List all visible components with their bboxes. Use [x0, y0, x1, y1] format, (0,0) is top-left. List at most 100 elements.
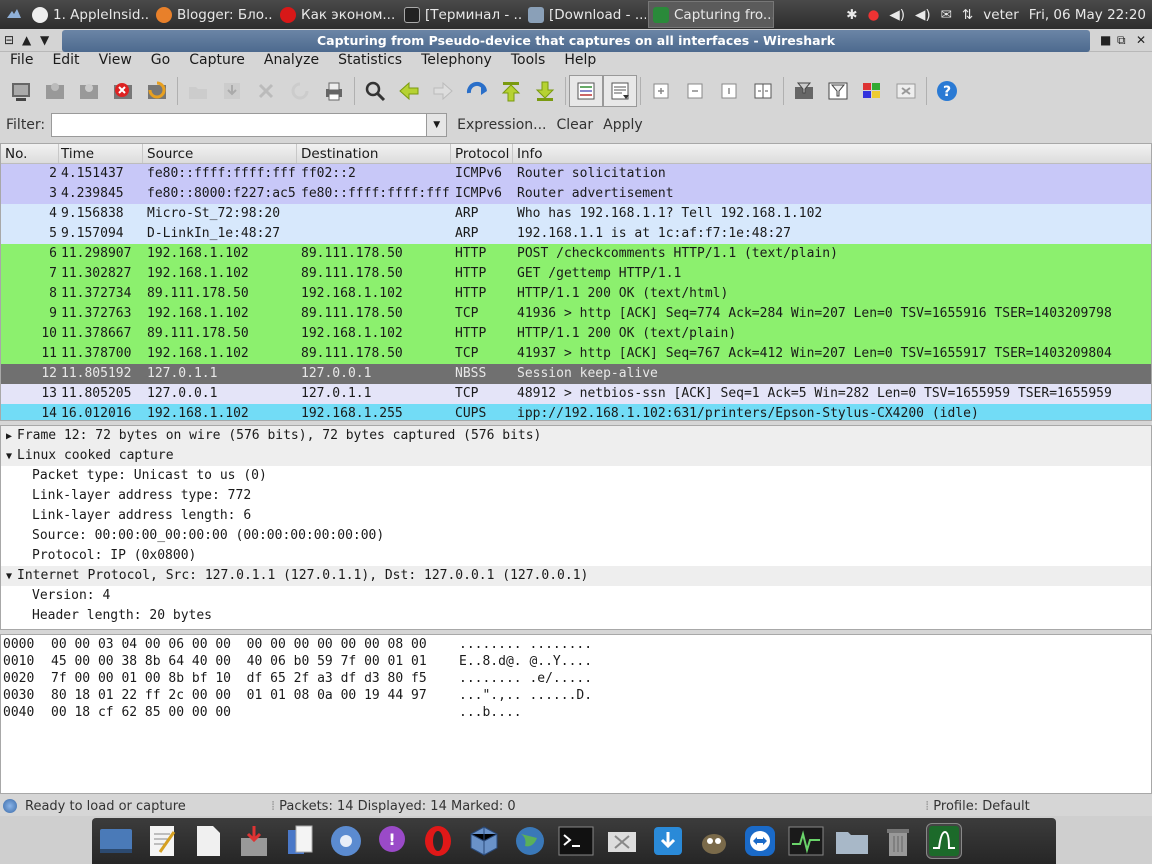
expression-button[interactable]: Expression... — [457, 117, 546, 133]
menu-go[interactable]: Go — [151, 52, 170, 72]
auto-scroll-button[interactable] — [603, 75, 637, 107]
dock-desktop[interactable] — [98, 823, 134, 859]
column-header-destination[interactable]: Destination — [297, 144, 451, 163]
column-header-source[interactable]: Source — [143, 144, 297, 163]
go-to-packet-button[interactable] — [460, 75, 494, 107]
network-icon[interactable]: ⇅ — [962, 7, 973, 23]
go-forward-button[interactable] — [426, 75, 460, 107]
dock-network-globe[interactable] — [512, 823, 548, 859]
dock-virtualbox[interactable] — [466, 823, 502, 859]
packet-list[interactable]: No. Time Source Destination Protocol Inf… — [0, 143, 1152, 421]
tree-field[interactable]: Packet type: Unicast to us (0) — [1, 466, 1151, 486]
filter-dropdown-button[interactable]: ▼ — [427, 113, 448, 137]
restart-capture-button[interactable] — [140, 75, 174, 107]
colorize-button[interactable] — [569, 75, 603, 107]
tree-field[interactable]: Source: 00:00:00_00:00:00 (00:00:00:00:0… — [1, 526, 1151, 546]
dock-messenger[interactable]: ! — [374, 823, 410, 859]
packet-details-tree[interactable]: ▶ Frame 12: 72 bytes on wire (576 bits), … — [0, 425, 1152, 630]
find-packet-button[interactable] — [358, 75, 392, 107]
tree-node[interactable]: ▼ Internet Protocol, Src: 127.0.1.1 (127.… — [1, 566, 1151, 586]
resize-columns-button[interactable] — [746, 75, 780, 107]
tree-field[interactable]: Protocol: IP (0x0800) — [1, 546, 1151, 566]
collapsed-arrow-icon[interactable]: ▶ — [1, 427, 17, 447]
menu-analyze[interactable]: Analyze — [264, 52, 319, 72]
tree-node[interactable]: ▶ Frame 12: 72 bytes on wire (576 bits), … — [1, 426, 1151, 446]
start-capture-button[interactable] — [72, 75, 106, 107]
packet-row[interactable]: 5 9.157094 D-LinkIn_1e:48:27 ARP 192.168.1.1… — [1, 224, 1151, 244]
coloring-rules-button[interactable] — [855, 75, 889, 107]
packet-row[interactable]: 3 4.239845 fe80::8000:f227:ac5 fe80::ffff:f… — [1, 184, 1151, 204]
dock-trash[interactable] — [880, 823, 916, 859]
packet-row[interactable]: 13 11.805205 127.0.0.1 127.0.1.1 TCP 48912 > … — [1, 384, 1151, 404]
shade-down-icon[interactable]: ▼ — [40, 33, 49, 47]
dock-document[interactable] — [190, 823, 226, 859]
dock-chrome[interactable] — [328, 823, 364, 859]
dock-wireshark[interactable] — [926, 823, 962, 859]
packet-row[interactable]: 6 11.298907 192.168.1.102 89.111.178.50 HTTP… — [1, 244, 1151, 264]
taskbar-task[interactable]: Capturing fro... — [648, 1, 774, 28]
packet-row[interactable]: 8 11.372734 89.111.178.50 192.168.1.102 HTTP… — [1, 284, 1151, 304]
packet-row[interactable]: 12 11.805192 127.0.1.1 127.0.0.1 NBSS Session… — [1, 364, 1151, 384]
dock-system-monitor[interactable] — [788, 823, 824, 859]
expanded-arrow-icon[interactable]: ▼ — [1, 567, 17, 587]
clear-button[interactable]: Clear — [557, 117, 594, 133]
shade-up-icon[interactable]: ▲ — [22, 33, 31, 47]
mail-icon[interactable]: ✉ — [941, 7, 952, 23]
packet-row[interactable]: 2 4.151437 fe80::ffff:ffff:ffff ff02::2 ICMP… — [1, 164, 1151, 184]
taskbar-task[interactable]: [Download - ... — [524, 1, 646, 28]
column-header-no[interactable]: No. — [1, 144, 59, 163]
capture-options-button[interactable] — [38, 75, 72, 107]
go-back-button[interactable] — [392, 75, 426, 107]
dock-file-manager[interactable] — [834, 823, 870, 859]
tree-field[interactable]: Link-layer address type: 772 — [1, 486, 1151, 506]
column-header-info[interactable]: Info — [513, 144, 1151, 163]
help-button[interactable]: ? — [930, 75, 964, 107]
column-header-protocol[interactable]: Protocol — [451, 144, 513, 163]
packet-row[interactable]: 4 9.156838 Micro-St_72:98:20 ARP Who has 192… — [1, 204, 1151, 224]
dock-installer[interactable] — [236, 823, 272, 859]
print-button[interactable] — [317, 75, 351, 107]
zoom-out-button[interactable] — [678, 75, 712, 107]
taskbar-task[interactable]: 1. AppleInsid... — [28, 1, 150, 28]
dock-teamviewer[interactable] — [742, 823, 778, 859]
minimize-icon[interactable]: ■ — [1100, 33, 1111, 47]
display-filters-button[interactable] — [821, 75, 855, 107]
column-header-time[interactable]: Time — [59, 144, 143, 163]
packet-row[interactable]: 14 16.012016 192.168.1.102 192.168.1.255 CUP… — [1, 404, 1151, 420]
hex-row[interactable]: 0010 45 00 00 38 8b 64 40 00 40 06 b0 59 … — [1, 653, 1151, 670]
expert-info-icon[interactable] — [3, 799, 17, 813]
reload-button[interactable] — [283, 75, 317, 107]
dock-settings[interactable] — [604, 823, 640, 859]
packet-row[interactable]: 11 11.378700 192.168.1.102 89.111.178.50 TCP… — [1, 344, 1151, 364]
taskbar-task[interactable]: Blogger: Бло... — [152, 1, 274, 28]
dock-terminal[interactable] — [558, 823, 594, 859]
tree-field[interactable]: Version: 4 — [1, 586, 1151, 606]
taskbar-task[interactable]: [Терминал - ... — [400, 1, 522, 28]
menu-view[interactable]: View — [99, 52, 132, 72]
bluetooth-icon[interactable]: ✱ — [846, 7, 857, 23]
apply-button[interactable]: Apply — [603, 117, 643, 133]
dock-downloads[interactable] — [650, 823, 686, 859]
taskbar-task[interactable]: Как эконом... — [276, 1, 398, 28]
menu-statistics[interactable]: Statistics — [338, 52, 402, 72]
interface-list-button[interactable] — [4, 75, 38, 107]
filter-input[interactable] — [51, 113, 428, 137]
close-file-button[interactable] — [249, 75, 283, 107]
volume-icon-2[interactable]: ◀) — [915, 7, 931, 23]
hex-row[interactable]: 0000 00 00 03 04 00 06 00 00 00 00 00 00 … — [1, 636, 1151, 653]
volume-icon[interactable]: ◀) — [889, 7, 905, 23]
hex-row[interactable]: 0030 80 18 01 22 ff 2c 00 00 01 01 08 0a … — [1, 687, 1151, 704]
window-menu-icon[interactable]: ⊟ — [4, 33, 14, 47]
tree-field[interactable]: Header length: 20 bytes — [1, 606, 1151, 626]
tree-field[interactable]: Link-layer address length: 6 — [1, 506, 1151, 526]
menu-capture[interactable]: Capture — [189, 52, 245, 72]
close-icon[interactable]: ✕ — [1136, 33, 1146, 47]
stop-capture-button[interactable] — [106, 75, 140, 107]
hex-row[interactable]: 0040 00 18 cf 62 85 00 00 00 ...b.... — [1, 704, 1151, 721]
packet-row[interactable]: 10 11.378667 89.111.178.50 192.168.1.102 HTT… — [1, 324, 1151, 344]
dock-opera[interactable] — [420, 823, 456, 859]
go-last-button[interactable] — [528, 75, 562, 107]
dock-text-editor[interactable] — [144, 823, 180, 859]
menu-file[interactable]: File — [10, 52, 33, 72]
expanded-arrow-icon[interactable]: ▼ — [1, 447, 17, 467]
